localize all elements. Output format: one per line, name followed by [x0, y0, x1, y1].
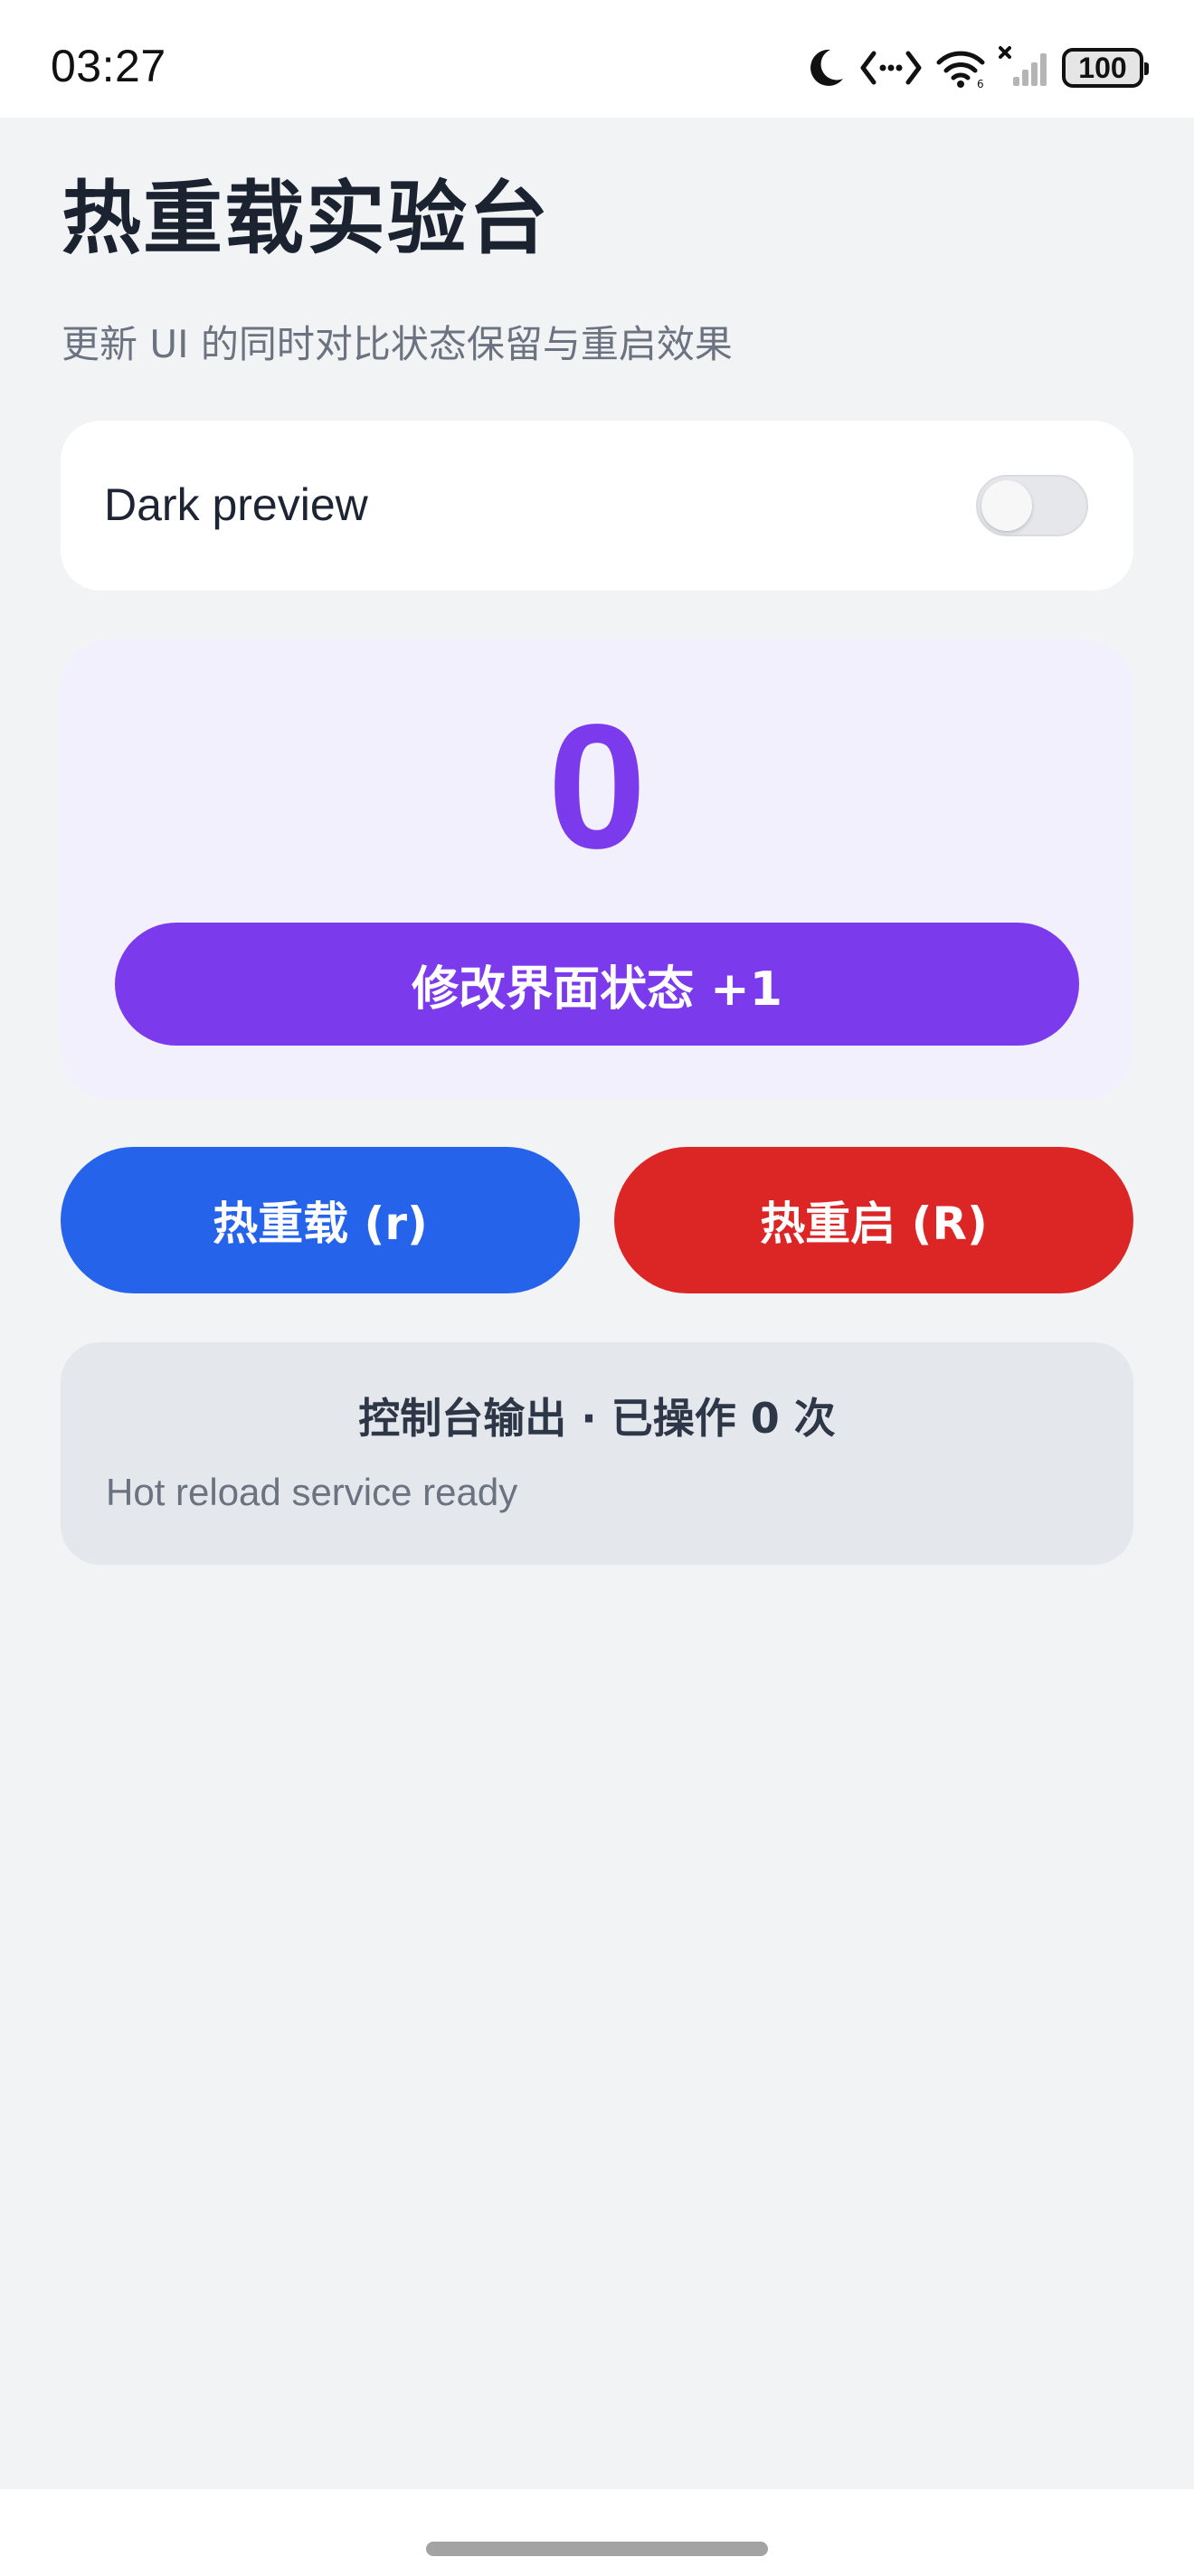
dark-preview-label: Dark preview — [104, 479, 368, 530]
console-log-line: Hot reload service ready — [106, 1471, 518, 1513]
console-card: 控制台输出 · 已操作 0 次 Hot reload service ready — [61, 1342, 1133, 1565]
hot-restart-button[interactable]: 热重启 (R) — [614, 1147, 1133, 1293]
wifi-icon: 6 — [935, 46, 986, 90]
signal-icon — [999, 46, 1049, 90]
counter-card: 0 修改界面状态 +1 — [61, 639, 1133, 1100]
status-time: 03:27 — [51, 41, 166, 91]
page-title: 热重载实验台 — [62, 172, 551, 265]
counter-value: 0 — [547, 687, 647, 886]
home-indicator[interactable] — [426, 2542, 768, 2556]
status-bar: 03:27 6 100 — [0, 0, 1194, 118]
dark-preview-switch[interactable] — [976, 475, 1088, 536]
navigation-bar — [0, 2489, 1194, 2576]
hot-reload-button[interactable]: 热重载 (r) — [61, 1147, 580, 1293]
status-icons: 6 100 — [805, 41, 1149, 95]
increment-state-button[interactable]: 修改界面状态 +1 — [115, 923, 1079, 1046]
page-subtitle: 更新 UI 的同时对比状态保留与重启效果 — [62, 322, 733, 366]
console-title: 控制台输出 · 已操作 0 次 — [358, 1394, 836, 1443]
switch-knob — [981, 480, 1032, 531]
moon-icon — [805, 46, 847, 90]
code-arrows-icon — [859, 46, 923, 90]
dark-preview-card: Dark preview — [61, 421, 1133, 591]
battery-icon: 100 — [1062, 48, 1149, 88]
svg-text:6: 6 — [977, 78, 984, 90]
